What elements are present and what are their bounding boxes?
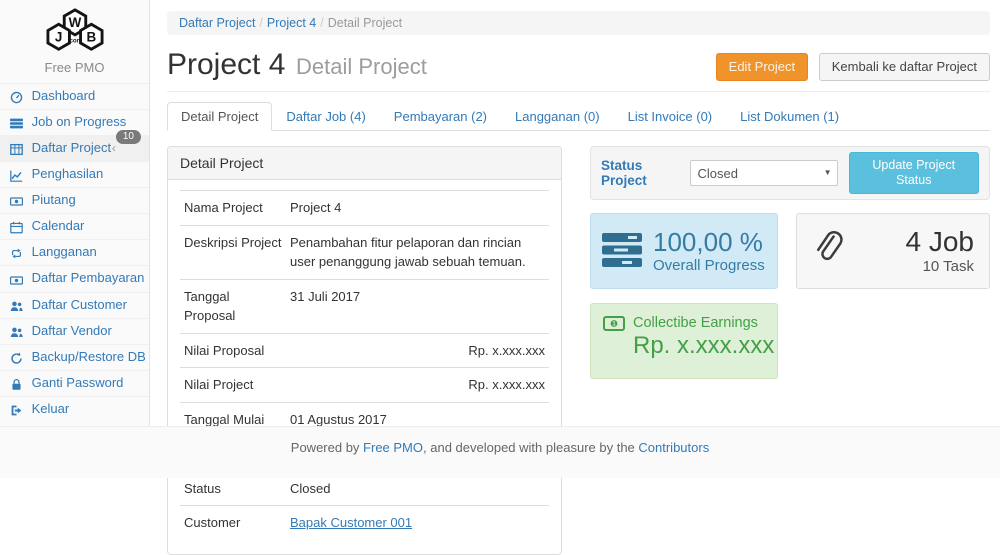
edit-project-button[interactable]: Edit Project	[716, 53, 808, 81]
sidebar-item-backup-restore[interactable]: Backup/Restore DB	[0, 344, 149, 370]
table-row: Nilai Project Rp. x.xxx.xxx	[180, 368, 549, 403]
footer-text: Powered by	[291, 440, 363, 455]
earnings-value: Rp. x.xxx.xxx	[633, 332, 765, 360]
jobs-card: 4 Job 10 Task	[796, 213, 990, 289]
sidebar-item-calendar[interactable]: Calendar	[0, 213, 149, 239]
overall-progress-card: 100,00 % Overall Progress	[590, 213, 778, 289]
sidebar-item-daftar-pembayaran[interactable]: Daftar Pembayaran	[0, 265, 149, 291]
sidebar-item-label: Backup/Restore DB	[32, 349, 146, 364]
dashboard-icon	[9, 90, 24, 104]
svg-text:W: W	[68, 15, 81, 30]
customer-link[interactable]: Bapak Customer 001	[290, 515, 412, 530]
users-icon	[9, 325, 24, 339]
svg-text:B: B	[86, 30, 96, 45]
tasks-icon	[602, 233, 644, 269]
sidebar-item-label: Ganti Password	[32, 375, 124, 390]
panel-title: Detail Project	[168, 147, 561, 180]
sidebar: W J B .com Free PMO Dashboard Job on Pro…	[0, 0, 150, 426]
page-title: Project 4	[167, 48, 285, 81]
breadcrumb-link-project-4[interactable]: Project 4	[267, 16, 316, 30]
sidebar-item-penghasilan[interactable]: Penghasilan	[0, 161, 149, 187]
page-header: Project 4 Detail Project Edit Project Ke…	[167, 48, 990, 92]
tasks-icon	[9, 116, 24, 130]
table-row: Nama Project Project 4	[180, 191, 549, 226]
money-icon	[9, 272, 24, 286]
sidebar-item-label: Calendar	[32, 218, 85, 233]
sidebar-item-langganan[interactable]: Langganan	[0, 239, 149, 265]
sidebar-item-label: Dashboard	[32, 88, 96, 103]
sidebar-item-label: Daftar Vendor	[32, 323, 112, 338]
status-project-select[interactable]: Closed	[690, 160, 838, 186]
breadcrumb-link-daftar-project[interactable]: Daftar Project	[179, 16, 255, 30]
app-logo[interactable]: W J B .com	[0, 0, 149, 58]
tab-langganan[interactable]: Langganan (0)	[501, 102, 614, 131]
breadcrumb-separator: /	[316, 16, 327, 30]
detail-project-panel: Detail Project Nama Project Project 4 De…	[167, 146, 562, 555]
sidebar-item-piutang[interactable]: Piutang	[0, 187, 149, 213]
refresh-icon	[9, 351, 24, 365]
jobs-count: 4 Job	[906, 227, 975, 258]
tab-list-dokumen[interactable]: List Dokumen (1)	[726, 102, 853, 131]
sidebar-item-label: Piutang	[32, 192, 76, 207]
sign-out-icon	[9, 403, 24, 417]
sidebar-item-label: Langganan	[32, 244, 97, 259]
sidebar-item-label: Daftar Pembayaran	[32, 270, 145, 285]
money-icon: 1	[603, 316, 625, 331]
footer-text: , and developed with pleasure by the	[423, 440, 638, 455]
tab-bar: Detail Project Daftar Job (4) Pembayaran…	[167, 102, 990, 131]
back-to-list-button[interactable]: Kembali ke daftar Project	[819, 53, 990, 81]
tab-detail-project[interactable]: Detail Project	[167, 102, 272, 131]
svg-text:J: J	[54, 30, 61, 45]
tab-list-invoice[interactable]: List Invoice (0)	[614, 102, 727, 131]
overall-progress-label: Overall Progress	[653, 257, 765, 274]
chevron-left-icon: ‹	[112, 141, 116, 155]
overall-progress-value: 100,00 %	[653, 228, 765, 258]
sidebar-item-label: Penghasilan	[32, 166, 104, 181]
svg-text:.com: .com	[67, 38, 82, 45]
retweet-icon	[9, 246, 24, 260]
detail-table: Nama Project Project 4 Deskripsi Project…	[180, 190, 549, 540]
sidebar-item-dashboard[interactable]: Dashboard	[0, 83, 149, 109]
table-row: Nilai Proposal Rp. x.xxx.xxx	[180, 333, 549, 368]
update-project-status-button[interactable]: Update Project Status	[849, 152, 980, 194]
tab-daftar-job[interactable]: Daftar Job (4)	[272, 102, 379, 131]
calendar-icon	[9, 220, 24, 234]
status-project-bar: Status Project Closed ▼ Update Project S…	[590, 146, 990, 200]
money-icon	[9, 194, 24, 208]
brand-name: Free PMO	[0, 60, 149, 83]
line-chart-icon	[9, 168, 24, 182]
lock-icon	[9, 377, 24, 391]
sidebar-item-label: Keluar	[32, 401, 70, 416]
sidebar-item-daftar-customer[interactable]: Daftar Customer	[0, 292, 149, 318]
contributors-link[interactable]: Contributors	[638, 440, 709, 455]
sidebar-item-label: Job on Progress	[32, 114, 127, 129]
earnings-label: Collectibe Earnings	[633, 315, 758, 331]
sidebar-item-job-on-progress[interactable]: Job on Progress 10	[0, 109, 149, 135]
table-row: Deskripsi Project Penambahan fitur pelap…	[180, 225, 549, 279]
sidebar-menu: Dashboard Job on Progress 10 Daftar Proj…	[0, 83, 149, 422]
tab-pembayaran[interactable]: Pembayaran (2)	[380, 102, 501, 131]
breadcrumb-separator: /	[255, 16, 266, 30]
footer: Powered by Free PMO, and developed with …	[0, 426, 1000, 478]
table-icon	[9, 142, 24, 156]
breadcrumb-current: Detail Project	[328, 16, 402, 30]
collectible-earnings-card: 1 Collectibe Earnings Rp. x.xxx.xxx	[590, 303, 778, 379]
sidebar-item-label: Daftar Customer	[32, 297, 127, 312]
status-project-label: Status Project	[601, 158, 681, 188]
sidebar-item-keluar[interactable]: Keluar	[0, 396, 149, 422]
job-count-badge: 10	[116, 130, 141, 144]
table-row: Customer Bapak Customer 001	[180, 506, 549, 540]
tasks-count: 10 Task	[906, 258, 975, 275]
paperclip-icon	[812, 230, 844, 272]
sidebar-item-label: Daftar Project	[32, 140, 111, 155]
sidebar-item-ganti-password[interactable]: Ganti Password	[0, 370, 149, 396]
page-subtitle: Detail Project	[296, 54, 427, 79]
free-pmo-link[interactable]: Free PMO	[363, 440, 423, 455]
table-row: Tanggal Proposal 31 Juli 2017	[180, 279, 549, 333]
breadcrumb: Daftar Project/Project 4/Detail Project	[167, 11, 990, 35]
users-icon	[9, 299, 24, 313]
sidebar-item-daftar-vendor[interactable]: Daftar Vendor	[0, 318, 149, 344]
jwb-hexagon-logo: W J B .com	[29, 7, 121, 55]
